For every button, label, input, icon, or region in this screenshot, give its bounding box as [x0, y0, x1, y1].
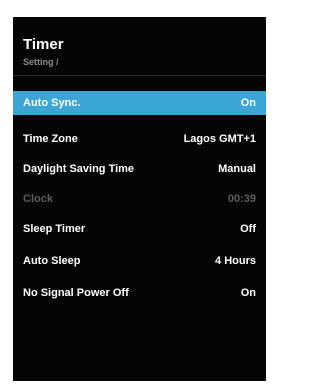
- menu-item-label: Clock: [23, 193, 53, 205]
- menu-item-value: 00:39: [227, 193, 256, 205]
- menu-item-no-signal-power-off[interactable]: No Signal Power Off On: [13, 281, 266, 305]
- menu-item-label: Auto Sleep: [23, 255, 81, 267]
- timer-settings-panel: Timer Setting / Auto Sync. On Time Zone …: [13, 17, 266, 381]
- menu-item-label: Daylight Saving Time: [23, 163, 135, 175]
- menu-item-value: 4 Hours: [215, 255, 256, 267]
- menu-item-value: Lagos GMT+1: [183, 133, 256, 145]
- menu-item-time-zone[interactable]: Time Zone Lagos GMT+1: [13, 127, 266, 151]
- menu-item-value: On: [240, 97, 256, 109]
- page-title: Timer: [23, 36, 64, 53]
- menu-item-sleep-timer[interactable]: Sleep Timer Off: [13, 217, 266, 241]
- menu-item-daylight-saving-time[interactable]: Daylight Saving Time Manual: [13, 157, 266, 181]
- header-divider: [13, 75, 266, 76]
- menu-item-value: Off: [240, 223, 256, 235]
- menu-item-label: Time Zone: [23, 133, 78, 145]
- menu-item-value: On: [240, 287, 256, 299]
- menu-item-auto-sleep[interactable]: Auto Sleep 4 Hours: [13, 249, 266, 273]
- menu-item-label: No Signal Power Off: [23, 287, 129, 299]
- menu-item-label: Auto Sync.: [23, 97, 81, 109]
- menu-item-auto-sync[interactable]: Auto Sync. On: [13, 91, 266, 115]
- menu-item-label: Sleep Timer: [23, 223, 86, 235]
- breadcrumb: Setting /: [23, 57, 59, 67]
- menu-item-clock: Clock 00:39: [13, 187, 266, 211]
- menu-item-value: Manual: [218, 163, 256, 175]
